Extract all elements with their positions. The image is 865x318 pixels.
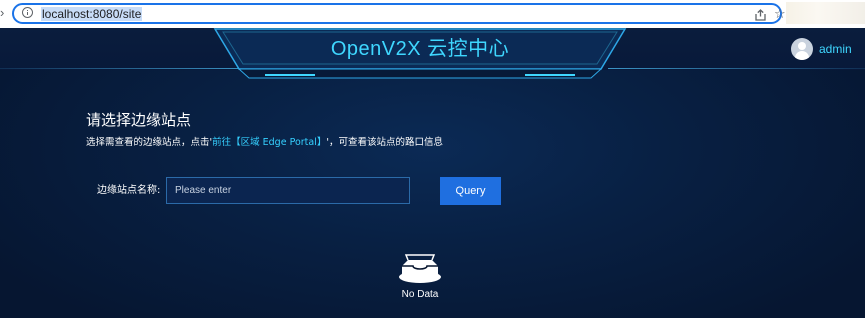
browser-toolbar: › localhost:8080/site ☆ — [0, 0, 865, 29]
url-text[interactable]: localhost:8080/site — [41, 7, 143, 21]
avatar-head — [798, 42, 806, 50]
site-info-icon[interactable] — [22, 7, 33, 18]
avatar-body — [795, 51, 809, 60]
section-heading: 请选择边缘站点 — [86, 111, 192, 129]
username[interactable]: admin — [819, 41, 852, 57]
instruction-prefix: 选择需查看的边缘站点，点击' — [86, 137, 213, 148]
no-data-text: No Data — [401, 289, 439, 300]
query-button[interactable]: Query — [440, 177, 501, 205]
page-title: OpenV2X 云控中心 — [330, 38, 510, 60]
reload-icon[interactable]: › — [0, 6, 6, 20]
header-line-right — [608, 68, 865, 69]
address-bar[interactable]: localhost:8080/site ☆ — [12, 3, 786, 24]
app-page: OpenV2X 云控中心 admin 请选择边缘站点 选择需查看的边缘站点，点击… — [0, 28, 865, 318]
site-name-label: 边缘站点名称: — [97, 185, 161, 196]
extensions-area — [786, 2, 865, 24]
bookmark-star-icon[interactable]: ☆ — [774, 6, 786, 21]
edge-portal-link[interactable]: 前往【区域 Edge Portal】 — [212, 137, 326, 148]
user-avatar-icon[interactable] — [791, 38, 813, 60]
no-data-icon — [399, 254, 441, 283]
site-name-input[interactable] — [166, 177, 410, 204]
instruction-suffix: '，可查看该站点的路口信息 — [326, 137, 443, 148]
share-icon[interactable] — [754, 9, 767, 21]
instruction-text: 选择需查看的边缘站点，点击'前往【区域 Edge Portal】'，可查看该站点… — [86, 136, 443, 150]
